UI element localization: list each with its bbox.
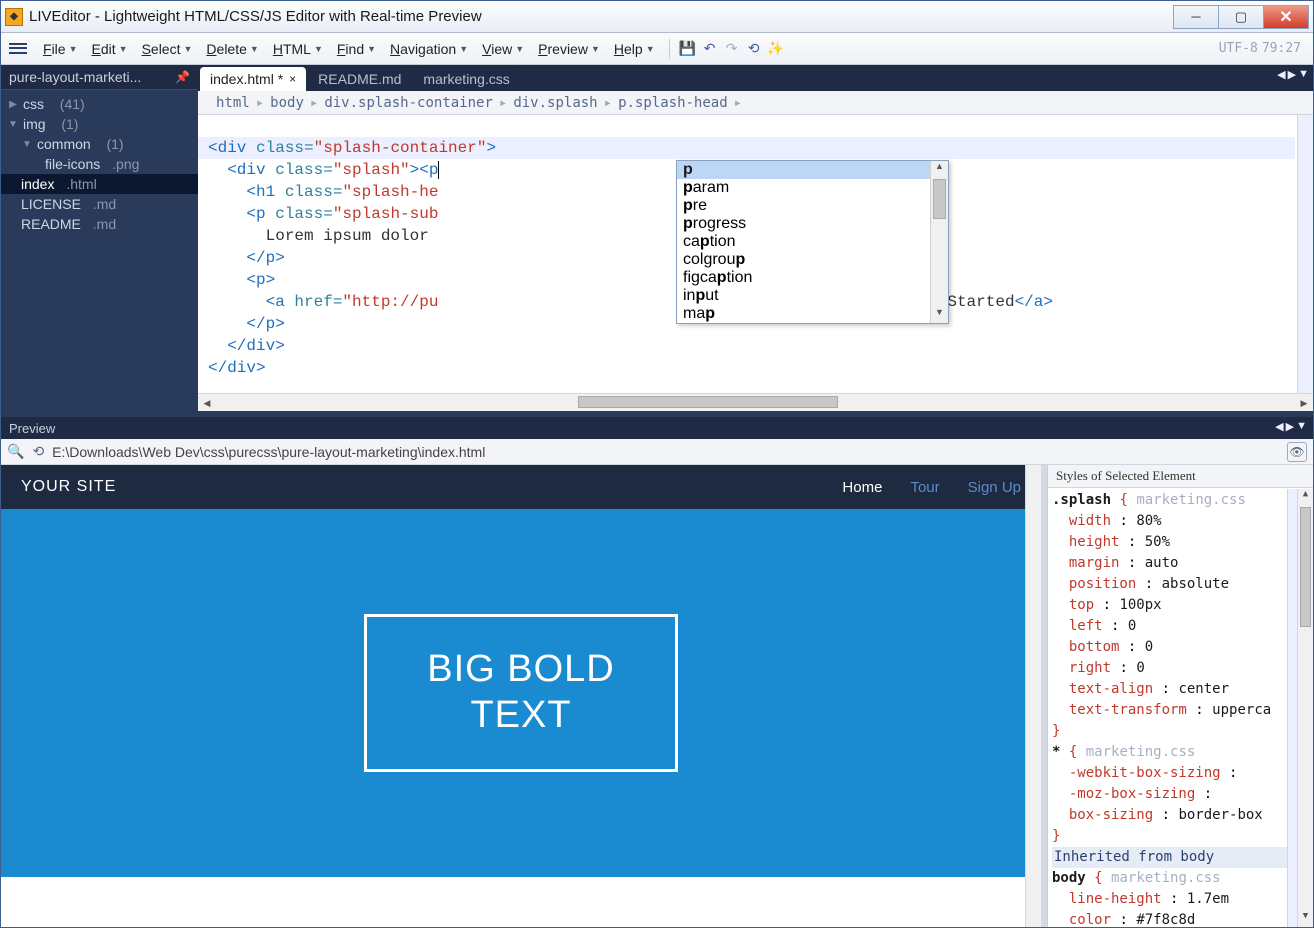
splash-box: BIG BOLD TEXT (364, 614, 678, 771)
menu-navigation[interactable]: Navigation▼ (384, 37, 474, 61)
app-icon: ◆ (5, 8, 23, 26)
styles-content[interactable]: .splash { marketing.css width : 80% heig… (1048, 488, 1313, 927)
titlebar: ◆ LIVEditor - Lightweight HTML/CSS/JS Ed… (1, 1, 1313, 33)
preview-viewport: YOUR SITE Home Tour Sign Up BIG BOLD TEX… (1, 465, 1041, 927)
maximize-button[interactable]: ▢ (1218, 5, 1264, 29)
tabs-prev-icon[interactable]: ◀ (1277, 68, 1285, 81)
inspect-icon[interactable]: 🔍 (7, 443, 24, 460)
eye-icon[interactable]: 👁 (1287, 442, 1307, 462)
nav-tour[interactable]: Tour (910, 479, 939, 496)
menu-view[interactable]: View▼ (476, 37, 530, 61)
reload-icon[interactable]: ⟲ (32, 443, 44, 460)
redo-icon[interactable]: ↷ (722, 39, 742, 59)
menu-find[interactable]: Find▼ (331, 37, 382, 61)
pin-icon[interactable]: 📌 (175, 70, 190, 84)
styles-ruler (1287, 489, 1297, 927)
toolbar-divider (669, 39, 670, 59)
splash-area: BIG BOLD TEXT (1, 509, 1041, 877)
below-splash (1, 877, 1041, 927)
breadcrumb: html▸ body▸ div.splash-container▸ div.sp… (198, 91, 1313, 115)
editor-ruler (1297, 115, 1313, 393)
menu-help[interactable]: Help▼ (608, 37, 661, 61)
menu-html[interactable]: HTML▼ (267, 37, 329, 61)
crumb[interactable]: div.splash (513, 95, 597, 111)
refresh-icon[interactable]: ⟲ (744, 39, 764, 59)
tree-file-index[interactable]: index .html (1, 174, 198, 194)
menu-delete[interactable]: Delete▼ (200, 37, 264, 61)
ac-item[interactable]: pre (677, 197, 930, 215)
crumb[interactable]: div.splash-container (324, 95, 493, 111)
autocomplete-scrollbar[interactable]: ▲▼ (930, 161, 948, 323)
tabs-next-icon[interactable]: ▶ (1288, 68, 1296, 81)
file-tree: ▶css (41) ▼img (1) ▼common (1) file-icon… (1, 90, 198, 238)
ac-item[interactable]: caption (677, 233, 930, 251)
ac-item[interactable]: map (677, 305, 930, 323)
preview-next-icon[interactable]: ▶ (1286, 420, 1294, 433)
ac-item[interactable]: param (677, 179, 930, 197)
tree-folder-common[interactable]: ▼common (1) (1, 134, 198, 154)
preview-title-label: Preview (9, 421, 55, 436)
code-editor[interactable]: <div class="splash-container"> <div clas… (198, 115, 1313, 393)
menu-file[interactable]: FFileile▼ (37, 37, 84, 61)
main-toolbar: FFileile▼ Edit▼ Select▼ Delete▼ HTML▼ Fi… (1, 33, 1313, 65)
editor-tabs: index.html *× README.md marketing.css ◀▶… (198, 65, 1313, 91)
nav-signup[interactable]: Sign Up (968, 479, 1021, 496)
sidebar-tab[interactable]: pure-layout-marketi... 📌 (1, 65, 198, 90)
tree-file-readme[interactable]: README .md (1, 214, 198, 234)
encoding-status: UTF-8 (1219, 41, 1258, 56)
window-title: LIVEditor - Lightweight HTML/CSS/JS Edit… (29, 8, 1174, 25)
splash-text-2: TEXT (427, 693, 615, 739)
preview-titlebar: Preview ◀▶▼ (1, 417, 1313, 439)
editor-hscrollbar[interactable]: ◀▶ (198, 393, 1313, 411)
site-brand: YOUR SITE (21, 478, 116, 496)
sidebar: pure-layout-marketi... 📌 ▶css (41) ▼img … (1, 65, 198, 411)
tabs-menu-icon[interactable]: ▼ (1298, 68, 1309, 81)
ac-item[interactable]: input (677, 287, 930, 305)
preview-vscrollbar[interactable] (1025, 465, 1041, 927)
site-navbar: YOUR SITE Home Tour Sign Up (1, 465, 1041, 509)
styles-vscrollbar[interactable]: ▲▼ (1297, 489, 1313, 927)
splash-text-1: BIG BOLD (427, 647, 615, 693)
minimize-button[interactable]: ─ (1173, 5, 1219, 29)
tree-folder-img[interactable]: ▼img (1) (1, 114, 198, 134)
styles-panel: Styles of Selected Element .splash { mar… (1047, 465, 1313, 927)
crumb[interactable]: html (216, 95, 250, 111)
preview-path: E:\Downloads\Web Dev\css\purecss\pure-la… (52, 444, 1279, 460)
tree-folder-css[interactable]: ▶css (41) (1, 94, 198, 114)
ac-item[interactable]: progress (677, 215, 930, 233)
tree-file-fileicons[interactable]: file-icons .png (1, 154, 198, 174)
sidebar-tab-label: pure-layout-marketi... (9, 69, 171, 85)
menu-edit[interactable]: Edit▼ (86, 37, 134, 61)
crumb[interactable]: p.splash-head (618, 95, 728, 111)
tab-marketing[interactable]: marketing.css (413, 67, 519, 91)
crumb[interactable]: body (270, 95, 304, 111)
nav-home[interactable]: Home (842, 479, 882, 496)
tab-index[interactable]: index.html *× (200, 67, 306, 91)
menu-select[interactable]: Select▼ (136, 37, 199, 61)
save-icon[interactable]: 💾 (678, 39, 698, 59)
preview-menu-icon[interactable]: ▼ (1296, 420, 1307, 433)
ac-item[interactable]: figcaption (677, 269, 930, 287)
close-button[interactable]: ✕ (1263, 5, 1309, 29)
tree-file-license[interactable]: LICENSE .md (1, 194, 198, 214)
cursor-position: 79:27 (1262, 41, 1301, 56)
preview-prev-icon[interactable]: ◀ (1275, 420, 1283, 433)
ac-item[interactable]: p (677, 161, 930, 179)
menu-preview[interactable]: Preview▼ (532, 37, 606, 61)
styles-panel-title: Styles of Selected Element (1048, 465, 1313, 488)
tab-readme[interactable]: README.md (308, 67, 411, 91)
hamburger-icon[interactable] (7, 40, 29, 58)
close-icon[interactable]: × (289, 72, 296, 86)
ac-item[interactable]: colgroup (677, 251, 930, 269)
wand-icon[interactable]: ✨ (766, 39, 786, 59)
undo-icon[interactable]: ↶ (700, 39, 720, 59)
preview-toolbar: 🔍 ⟲ E:\Downloads\Web Dev\css\purecss\pur… (1, 439, 1313, 465)
autocomplete-popup[interactable]: p param pre progress caption colgroup fi… (676, 160, 949, 324)
